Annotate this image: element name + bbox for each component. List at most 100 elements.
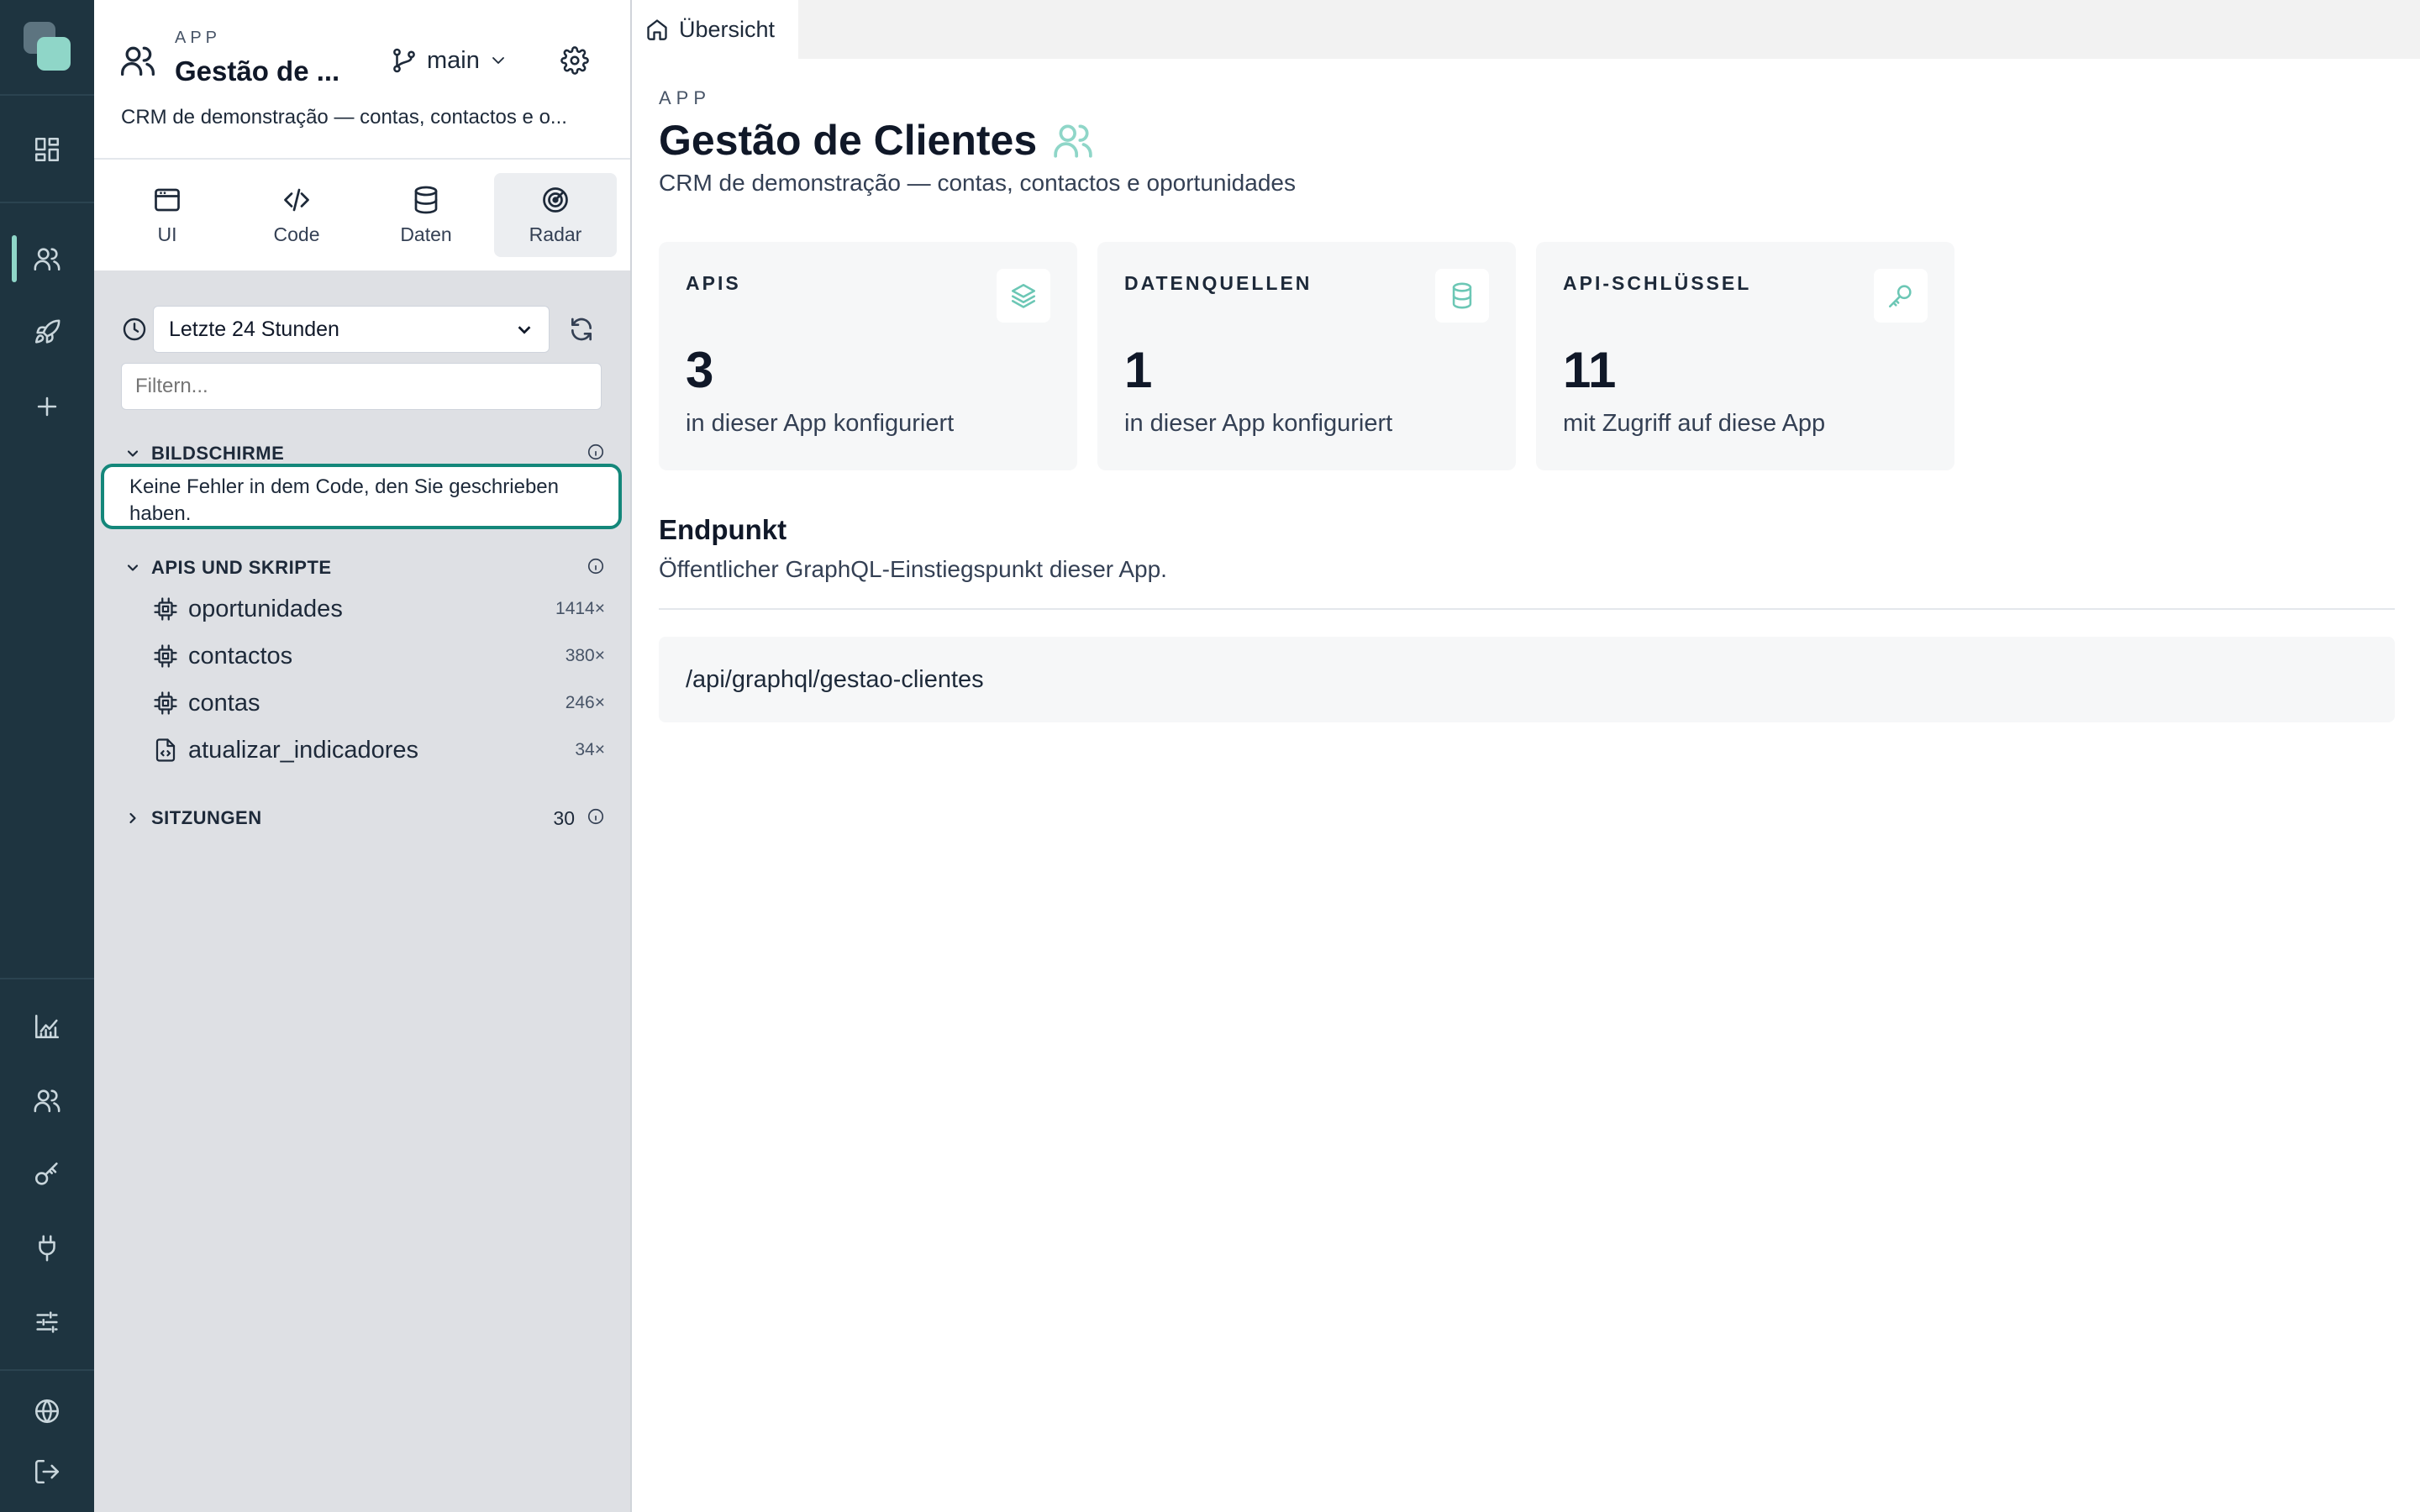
rail-divider xyxy=(0,1369,94,1371)
section-sessions[interactable]: SITZUNGEN 30 xyxy=(124,805,605,832)
info-icon[interactable] xyxy=(587,443,605,465)
api-name: oportunidades xyxy=(188,595,343,622)
tab-label: Übersicht xyxy=(679,16,776,42)
page-title: Gestão de Clientes xyxy=(659,117,1038,164)
team-icon[interactable] xyxy=(25,1079,69,1122)
stat-value: 11 xyxy=(1563,342,1617,398)
key-icon xyxy=(1874,269,1928,323)
tab-daten[interactable]: Daten xyxy=(365,173,487,257)
database-icon xyxy=(1435,269,1489,323)
radar-icon xyxy=(543,186,568,213)
api-count: 1414× xyxy=(555,599,605,618)
stat-label: DATENQUELLEN xyxy=(1124,272,1313,294)
info-icon[interactable] xyxy=(587,557,605,580)
brand-logo[interactable] xyxy=(24,22,72,71)
app-description: CRM de demonstração — contas, contactos … xyxy=(121,106,567,129)
time-filter-row: Letzte 24 Stunden xyxy=(121,306,608,353)
app-panel: APP Gestão de ... main CRM de demonstraç… xyxy=(94,0,632,1512)
clock-icon xyxy=(121,316,148,343)
app-title: Gestão de ... xyxy=(175,55,340,87)
chip-icon xyxy=(153,596,178,622)
app-panel-header: APP Gestão de ... main CRM de demonstraç… xyxy=(94,0,630,270)
users-icon[interactable] xyxy=(25,237,69,281)
chevron-down-icon xyxy=(124,445,141,462)
tab-code[interactable]: Code xyxy=(235,173,358,257)
screens-empty-message: Keine Fehler in dem Code, den Sie geschr… xyxy=(101,464,622,529)
section-label: APIS UND SKRIPTE xyxy=(151,557,332,578)
dashboard-icon[interactable] xyxy=(25,128,69,171)
section-apis[interactable]: APIS UND SKRIPTE xyxy=(124,554,605,581)
home-icon xyxy=(647,19,667,40)
endpoint-description: Öffentlicher GraphQL-Einstiegspunkt dies… xyxy=(659,556,1167,582)
chip-icon xyxy=(153,643,178,669)
info-icon[interactable] xyxy=(587,807,605,830)
endpoint-divider xyxy=(659,608,2395,610)
plus-icon[interactable] xyxy=(25,385,69,428)
tab-label: Code xyxy=(273,223,320,245)
users-icon xyxy=(1054,124,1092,158)
api-name: atualizar_indicadores xyxy=(188,736,419,764)
rocket-icon[interactable] xyxy=(25,311,69,354)
api-item[interactable]: contas 246× xyxy=(153,682,605,724)
chevron-down-icon xyxy=(492,57,504,64)
page-subtitle: CRM de demonstração — contas, contactos … xyxy=(659,170,1296,196)
refresh-button[interactable] xyxy=(568,316,595,343)
chevron-down-icon xyxy=(518,326,531,334)
section-label: SITZUNGEN xyxy=(151,807,262,828)
tab-label: UI xyxy=(157,223,177,245)
branch-selector[interactable]: main xyxy=(390,42,508,79)
chip-icon xyxy=(153,690,178,716)
globe-icon[interactable] xyxy=(25,1389,69,1433)
chevron-down-icon xyxy=(124,559,141,576)
script-file-icon xyxy=(153,738,178,763)
tab-overview[interactable]: Übersicht xyxy=(632,0,798,59)
main-content: Übersicht APP Gestão de Clientes CRM de … xyxy=(632,0,2420,1512)
key-icon[interactable] xyxy=(25,1152,69,1196)
analytics-icon[interactable] xyxy=(25,1005,69,1048)
api-name: contas xyxy=(188,689,260,717)
sliders-icon[interactable] xyxy=(25,1300,69,1344)
stat-value: 3 xyxy=(686,342,714,398)
tab-label: Daten xyxy=(400,223,452,245)
api-count: 380× xyxy=(565,646,605,665)
api-item[interactable]: oportunidades 1414× xyxy=(153,588,605,630)
header-divider xyxy=(94,158,630,160)
time-range-select[interactable]: Letzte 24 Stunden xyxy=(153,306,550,353)
code-icon xyxy=(284,188,309,211)
plug-icon[interactable] xyxy=(25,1226,69,1270)
api-count: 34× xyxy=(575,740,605,759)
stat-card-datasources: DATENQUELLEN 1 in dieser App konfigurier… xyxy=(1097,242,1516,470)
api-count: 246× xyxy=(565,693,605,712)
stat-label: APIS xyxy=(686,272,741,294)
panel-tabs: UI Code Daten Radar xyxy=(94,173,630,257)
branch-label: main xyxy=(427,46,480,74)
rail-divider xyxy=(0,94,94,96)
stat-description: in dieser App konfiguriert xyxy=(686,410,955,437)
refresh-icon xyxy=(571,318,592,341)
stat-card-apis: APIS 3 in dieser App konfiguriert xyxy=(659,242,1077,470)
document-tabs: Übersicht xyxy=(632,0,2420,59)
time-range-value: Letzte 24 Stunden xyxy=(169,317,339,341)
tab-radar[interactable]: Radar xyxy=(494,173,617,257)
page-title-row: Gestão de Clientes xyxy=(659,114,1094,166)
api-item[interactable]: atualizar_indicadores 34× xyxy=(153,729,605,771)
api-name: contactos xyxy=(188,642,293,669)
api-item[interactable]: contactos 380× xyxy=(153,635,605,677)
tab-ui[interactable]: UI xyxy=(106,173,229,257)
gear-icon xyxy=(560,46,589,75)
stat-description: in dieser App konfiguriert xyxy=(1124,410,1393,437)
logout-icon[interactable] xyxy=(25,1450,69,1494)
app-rail xyxy=(0,0,94,1512)
layers-icon xyxy=(997,269,1050,323)
window-icon xyxy=(155,188,180,211)
stat-value: 1 xyxy=(1124,342,1153,398)
filter-input[interactable] xyxy=(121,363,602,410)
rail-active-indicator xyxy=(12,235,17,282)
settings-button[interactable] xyxy=(556,42,593,79)
chevron-right-icon xyxy=(124,810,141,827)
stat-label: API-SCHLÜSSEL xyxy=(1563,272,1752,294)
page-kicker: APP xyxy=(659,87,712,108)
endpoint-url[interactable]: /api/graphql/gestao-clientes xyxy=(659,637,2395,722)
sessions-count: 30 xyxy=(553,806,575,829)
tab-label: Radar xyxy=(529,223,582,245)
